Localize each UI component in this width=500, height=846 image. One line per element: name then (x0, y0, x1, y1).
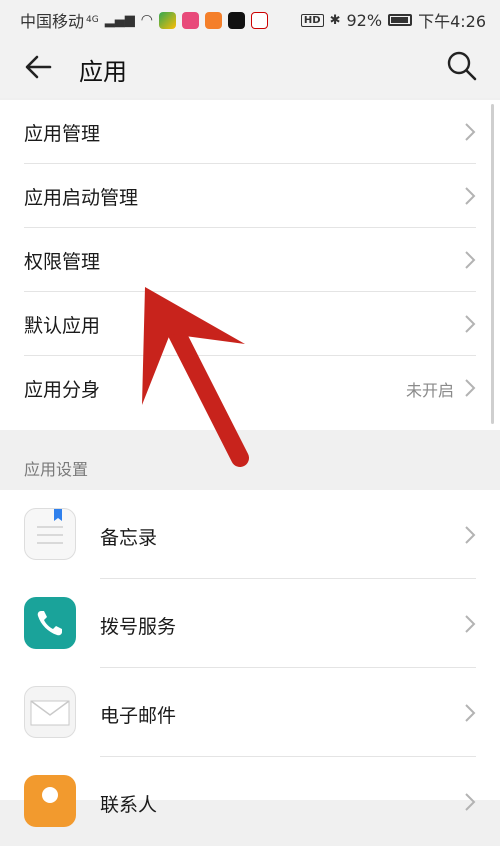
bluetooth-icon: ✱ (329, 12, 341, 28)
app-item-dialer[interactable]: 拨号服务 (0, 579, 500, 668)
video-icon (204, 11, 222, 29)
settings-item-startup-management[interactable]: 应用启动管理 (0, 164, 500, 228)
app-item-label: 电子邮件 (100, 705, 177, 727)
chevron-right-icon (465, 615, 476, 633)
app-item-notepad[interactable]: 备忘录 (0, 490, 500, 579)
clock: 下午4:26 (418, 12, 486, 31)
settings-item-app-twin[interactable]: 应用分身 未开启 (0, 356, 500, 420)
settings-item-label: 权限管理 (24, 251, 101, 273)
chevron-right-icon (465, 526, 476, 544)
section-title: 应用设置 (24, 460, 89, 479)
play-store-icon (158, 11, 176, 29)
status-bar: 中国移动 4G ▂▄▆ ◠ HD ✱ 92% 下午4:26 (0, 0, 500, 36)
chevron-right-icon (465, 123, 476, 141)
app-item-contacts[interactable]: 联系人 (0, 757, 500, 846)
carrier-name: 中国移动 (20, 12, 85, 31)
signal-icon: ▂▄▆ (104, 12, 135, 28)
mail-icon (24, 686, 76, 738)
tv-icon (250, 11, 268, 29)
battery-percent: 92% (346, 10, 383, 30)
app-item-label: 备忘录 (100, 527, 158, 549)
chevron-right-icon (465, 793, 476, 811)
settings-item-default-apps[interactable]: 默认应用 (0, 292, 500, 356)
chevron-right-icon (465, 704, 476, 722)
chevron-right-icon (465, 379, 476, 397)
status-left: 中国移动 4G ▂▄▆ ◠ (20, 8, 268, 32)
status-right: HD ✱ 92% 下午4:26 (300, 8, 486, 32)
settings-item-app-management[interactable]: 应用管理 (0, 100, 500, 164)
phone-icon (24, 597, 76, 649)
wifi-icon: ◠ (140, 12, 153, 28)
hd-icon: HD (300, 13, 324, 27)
contacts-icon (24, 775, 76, 827)
settings-item-label: 应用启动管理 (24, 187, 139, 209)
settings-list: 应用管理 应用启动管理 权限管理 默认应用 应用分身 未开启 (0, 100, 500, 430)
app-settings-list: 备忘录 拨号服务 电子邮件 联系人 (0, 490, 500, 827)
gallery-icon (181, 11, 199, 29)
arrow-left-icon[interactable] (22, 50, 56, 84)
page-title: 应用 (79, 58, 127, 86)
settings-item-label: 应用管理 (24, 123, 101, 145)
battery-icon (388, 14, 413, 26)
scrollbar[interactable] (491, 104, 494, 424)
settings-item-label: 默认应用 (24, 315, 101, 337)
settings-item-value: 未开启 (405, 381, 454, 400)
chevron-right-icon (465, 251, 476, 269)
app-item-label: 联系人 (100, 794, 158, 816)
app-item-email[interactable]: 电子邮件 (0, 668, 500, 757)
settings-item-label: 应用分身 (24, 379, 101, 401)
search-icon[interactable] (446, 50, 478, 82)
tiktok-icon (227, 11, 245, 29)
app-bar: 应用 (0, 36, 500, 98)
settings-item-permission-management[interactable]: 权限管理 (0, 228, 500, 292)
network-type: 4G (86, 15, 99, 25)
chevron-right-icon (465, 187, 476, 205)
app-item-label: 拨号服务 (100, 616, 177, 638)
notepad-icon (24, 508, 76, 560)
chevron-right-icon (465, 315, 476, 333)
